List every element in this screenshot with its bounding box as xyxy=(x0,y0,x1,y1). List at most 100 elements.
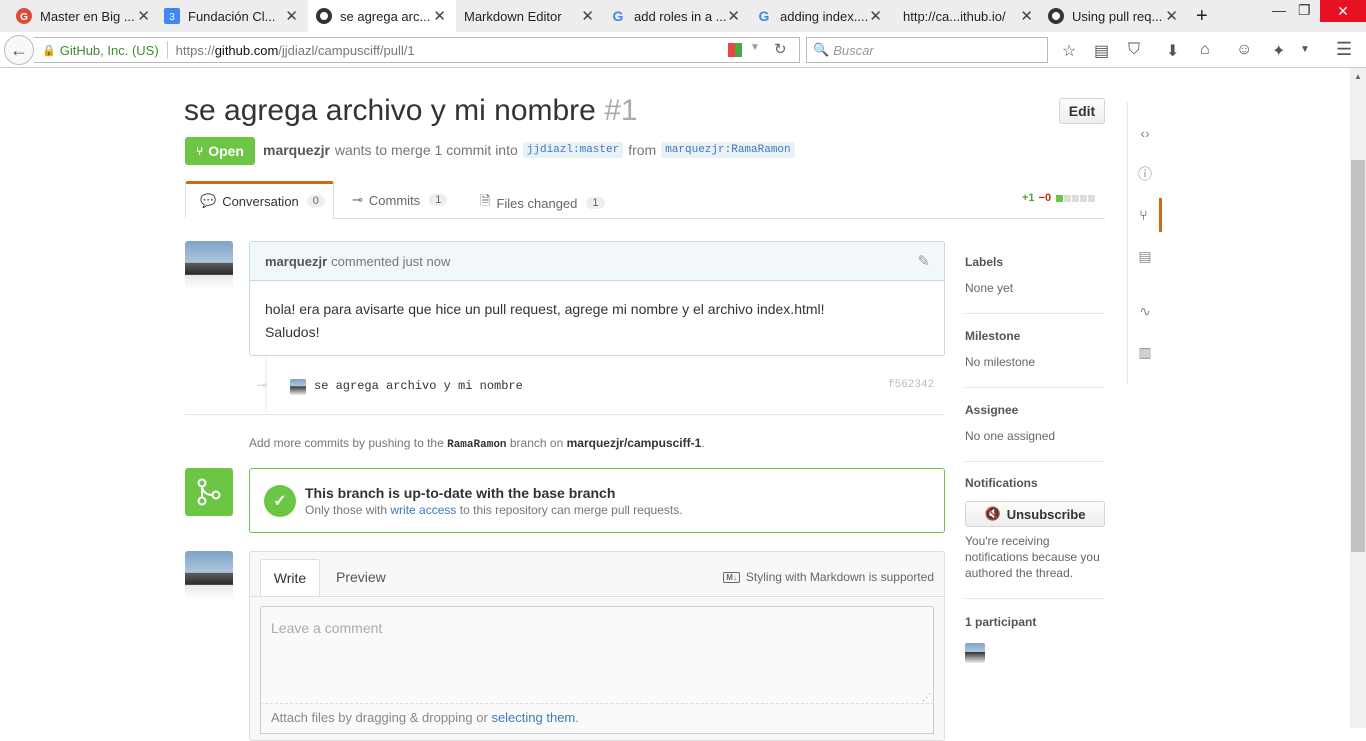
commit-avatar[interactable] xyxy=(290,379,306,395)
close-tab-icon[interactable]: ✕ xyxy=(727,7,740,25)
comment-body: hola! era para avisarte que hice un pull… xyxy=(265,301,825,340)
download-icon[interactable]: ⬇ xyxy=(1166,41,1179,61)
resize-handle-icon[interactable]: ⋰ xyxy=(922,692,931,703)
graph-icon[interactable]: ▥ xyxy=(1128,335,1162,369)
avatar[interactable] xyxy=(185,241,233,289)
tab-conversation[interactable]: 💬 Conversation 0 xyxy=(185,181,334,219)
browser-tab[interactable]: Markdown Editor ✕ xyxy=(464,0,604,32)
browser-tab[interactable]: G add roles in a ... ✕ xyxy=(610,0,750,32)
check-icon: ✓ xyxy=(264,485,296,517)
svg-text:G: G xyxy=(613,8,624,24)
attach-hint[interactable]: Attach files by dragging & dropping or s… xyxy=(260,704,934,734)
url-bar[interactable]: 🔒 GitHub, Inc. (US) https://github.com/j… xyxy=(34,37,800,63)
pulse-icon[interactable]: ∿ xyxy=(1128,294,1162,328)
merge-status-sub: Only those with write access to this rep… xyxy=(305,503,683,517)
participants-heading: 1 participant xyxy=(965,615,1037,629)
browser-tab-active[interactable]: se agrega arc... ✕ xyxy=(308,0,456,32)
wiki-icon[interactable]: ▤ xyxy=(1128,239,1162,273)
browser-tab[interactable]: 3 Fundación Cl... ✕ xyxy=(164,0,308,32)
select-files-link[interactable]: selecting them xyxy=(491,710,575,725)
reading-list-icon[interactable]: ▤ xyxy=(1094,41,1109,61)
divider xyxy=(965,598,1105,599)
merge-status-box: ✓ This branch is up-to-date with the bas… xyxy=(249,468,945,533)
chat-icon[interactable]: ☺ xyxy=(1236,41,1252,59)
close-tab-icon[interactable]: ✕ xyxy=(285,7,298,25)
close-tab-icon[interactable]: ✕ xyxy=(1020,7,1033,25)
addon-icon[interactable]: ✦ xyxy=(1272,41,1285,61)
markdown-hint[interactable]: M↓ Styling with Markdown is supported xyxy=(723,570,934,584)
extension-icon[interactable] xyxy=(728,43,742,57)
base-branch[interactable]: jjdiazl:master xyxy=(522,142,624,158)
git-commit-icon: ⊸ xyxy=(352,192,363,207)
tab-files-changed[interactable]: 🗎 Files changed 1 xyxy=(480,192,605,214)
comment-composer: Write Preview M↓ Styling with Markdown i… xyxy=(249,551,945,741)
scrollbar-thumb[interactable] xyxy=(1351,160,1365,552)
new-tab-button[interactable]: + xyxy=(1196,0,1208,32)
code-icon[interactable]: ‹› xyxy=(1128,116,1162,150)
close-tab-icon[interactable]: ✕ xyxy=(137,7,150,25)
menu-icon[interactable]: ☰ xyxy=(1336,39,1352,60)
pr-meta: marquezjr wants to merge 1 commit into j… xyxy=(263,142,795,158)
notifications-heading: Notifications xyxy=(965,476,1038,490)
pull-request-icon[interactable]: ⑂ xyxy=(1128,198,1162,232)
assignee-heading[interactable]: Assignee xyxy=(965,403,1018,417)
labels-value: None yet xyxy=(965,281,1014,295)
home-icon[interactable]: ⌂ xyxy=(1200,41,1210,59)
scroll-up-icon[interactable]: ▲ xyxy=(1354,72,1362,81)
browser-tab[interactable]: Using pull req... ✕ xyxy=(1048,0,1188,32)
pr-state-badge: ⑂ Open xyxy=(185,137,255,165)
pr-title-text: se agrega archivo y mi nombre xyxy=(184,94,596,127)
browser-tab[interactable]: http://ca...ithub.io/ ✕ xyxy=(903,0,1043,32)
markdown-icon: M↓ xyxy=(723,571,740,583)
addon-dropdown-icon[interactable]: ▼ xyxy=(1300,44,1310,55)
tab-counter: 1 xyxy=(429,194,448,206)
close-tab-icon[interactable]: ✕ xyxy=(433,7,446,25)
milestone-heading[interactable]: Milestone xyxy=(965,329,1020,343)
edit-title-button[interactable]: Edit xyxy=(1059,98,1105,124)
back-button[interactable]: ← xyxy=(4,35,34,65)
unsubscribe-button[interactable]: 🔇 Unsubscribe xyxy=(965,501,1105,527)
pull-request-icon: ⑂ xyxy=(196,144,204,158)
reload-icon[interactable]: ↻ xyxy=(774,40,787,58)
close-tab-icon[interactable]: ✕ xyxy=(869,7,882,25)
tab-preview[interactable]: Preview xyxy=(336,569,386,585)
head-branch[interactable]: marquezjr:RamaRamon xyxy=(661,142,795,158)
close-tab-icon[interactable]: ✕ xyxy=(1165,7,1178,25)
tab-write[interactable]: Write xyxy=(260,559,320,597)
url-prefix: https:// xyxy=(175,42,215,58)
avatar[interactable] xyxy=(185,551,233,599)
github-icon xyxy=(316,8,332,24)
dropdown-icon[interactable]: ▼ xyxy=(750,42,760,53)
search-bar[interactable]: 🔍 Buscar xyxy=(806,37,1048,63)
issue-icon[interactable]: ⓘ xyxy=(1128,157,1162,191)
participant-avatar[interactable] xyxy=(965,643,985,663)
repo-link[interactable]: marquezjr/campusciff-1 xyxy=(567,436,702,450)
google-icon: G xyxy=(756,8,772,24)
commit-message[interactable]: se agrega archivo y mi nombre xyxy=(314,379,523,393)
write-access-link[interactable]: write access xyxy=(390,503,456,517)
back-arrow-icon: ← xyxy=(10,39,28,60)
labels-heading[interactable]: Labels xyxy=(965,255,1003,269)
github-page: se agrega archivo y mi nombre #1 Edit ⑂ … xyxy=(0,68,1350,741)
bookmark-star-icon[interactable]: ☆ xyxy=(1062,41,1076,61)
tab-commits[interactable]: ⊸ Commits 1 xyxy=(352,192,448,208)
diffstat-bar xyxy=(1056,194,1096,202)
window-close-button[interactable]: ✕ xyxy=(1320,0,1366,22)
browser-nav-bar: ← 🔒 GitHub, Inc. (US) https://github.com… xyxy=(0,32,1366,68)
commit-sha[interactable]: f562342 xyxy=(888,379,934,391)
mute-icon: 🔇 xyxy=(984,506,1001,521)
pocket-icon[interactable]: ⛉ xyxy=(1128,41,1140,59)
comment-author[interactable]: marquezjr xyxy=(265,254,327,269)
browser-tab[interactable]: G Master en Big ... ✕ xyxy=(16,0,160,32)
google-icon: G xyxy=(610,8,626,24)
pencil-icon[interactable]: ✎ xyxy=(917,252,930,270)
browser-tab[interactable]: G adding index.... ✕ xyxy=(756,0,892,32)
comment-textarea[interactable]: Leave a comment ⋰ xyxy=(260,606,934,704)
git-commit-icon: ⊸ xyxy=(257,378,268,392)
comment-discussion-icon: 💬 xyxy=(200,193,217,208)
close-tab-icon[interactable]: ✕ xyxy=(581,7,594,25)
restore-icon[interactable]: ❐ xyxy=(1298,2,1311,19)
pr-author-link[interactable]: marquezjr xyxy=(263,142,330,158)
minimize-icon[interactable]: — xyxy=(1272,2,1286,18)
merge-icon-box xyxy=(185,468,233,516)
